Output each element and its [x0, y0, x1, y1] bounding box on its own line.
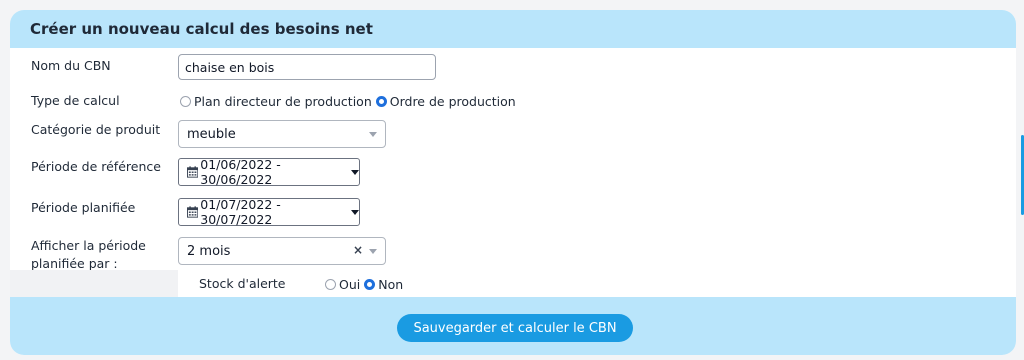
caret-down-icon: [351, 209, 359, 215]
clear-icon[interactable]: ×: [353, 243, 363, 257]
chevron-down-icon: [369, 132, 377, 137]
radio-alert-oui[interactable]: [325, 279, 336, 290]
calendar-icon: [187, 166, 199, 178]
name-label: Nom du CBN: [31, 58, 111, 73]
form-footer: Sauvegarder et calculer le CBN: [10, 297, 1016, 355]
reference-period-picker[interactable]: 01/06/2022 - 30/06/2022: [178, 157, 360, 187]
alert-stock-label: Stock d'alerte: [199, 276, 286, 291]
radio-alert-non[interactable]: [364, 279, 376, 290]
category-select-value: meuble: [187, 127, 236, 142]
category-select[interactable]: meuble: [178, 120, 386, 148]
reference-period-label: Période de référence: [31, 159, 161, 174]
alert-stock-radio-group: Oui Non: [325, 277, 407, 292]
name-input[interactable]: [178, 54, 436, 80]
display-by-select-value: 2 mois: [187, 244, 231, 259]
save-and-calculate-button[interactable]: Sauvegarder et calculer le CBN: [397, 314, 633, 342]
caret-down-icon: [351, 169, 359, 175]
radio-plan-directeur-label[interactable]: Plan directeur de production: [194, 94, 372, 109]
calc-type-radio-group: Plan directeur de production Ordre de pr…: [180, 94, 520, 109]
radio-ordre-production-label[interactable]: Ordre de production: [390, 94, 516, 109]
radio-alert-oui-label[interactable]: Oui: [339, 277, 360, 292]
radio-plan-directeur[interactable]: [180, 96, 191, 107]
category-label: Catégorie de produit: [31, 122, 161, 137]
reference-period-value: 01/06/2022 - 30/06/2022: [200, 157, 281, 187]
planned-period-picker[interactable]: 01/07/2022 - 30/07/2022: [178, 197, 360, 227]
cbn-form-card: Créer un nouveau calcul des besoins net …: [10, 10, 1016, 355]
planned-period-label: Période planifiée: [31, 200, 136, 215]
calendar-icon: [187, 206, 199, 218]
radio-alert-non-label[interactable]: Non: [378, 277, 403, 292]
form-title: Créer un nouveau calcul des besoins net: [30, 20, 373, 38]
calc-type-label: Type de calcul: [31, 93, 120, 108]
radio-ordre-production[interactable]: [375, 96, 387, 107]
chevron-down-icon: [369, 249, 377, 254]
label-column-filler: [10, 270, 178, 297]
display-by-select[interactable]: 2 mois ×: [178, 237, 386, 265]
planned-period-value: 01/07/2022 - 30/07/2022: [200, 197, 281, 227]
display-by-label-line1: Afficher la période: [31, 238, 146, 253]
form-header: Créer un nouveau calcul des besoins net: [10, 10, 1016, 48]
